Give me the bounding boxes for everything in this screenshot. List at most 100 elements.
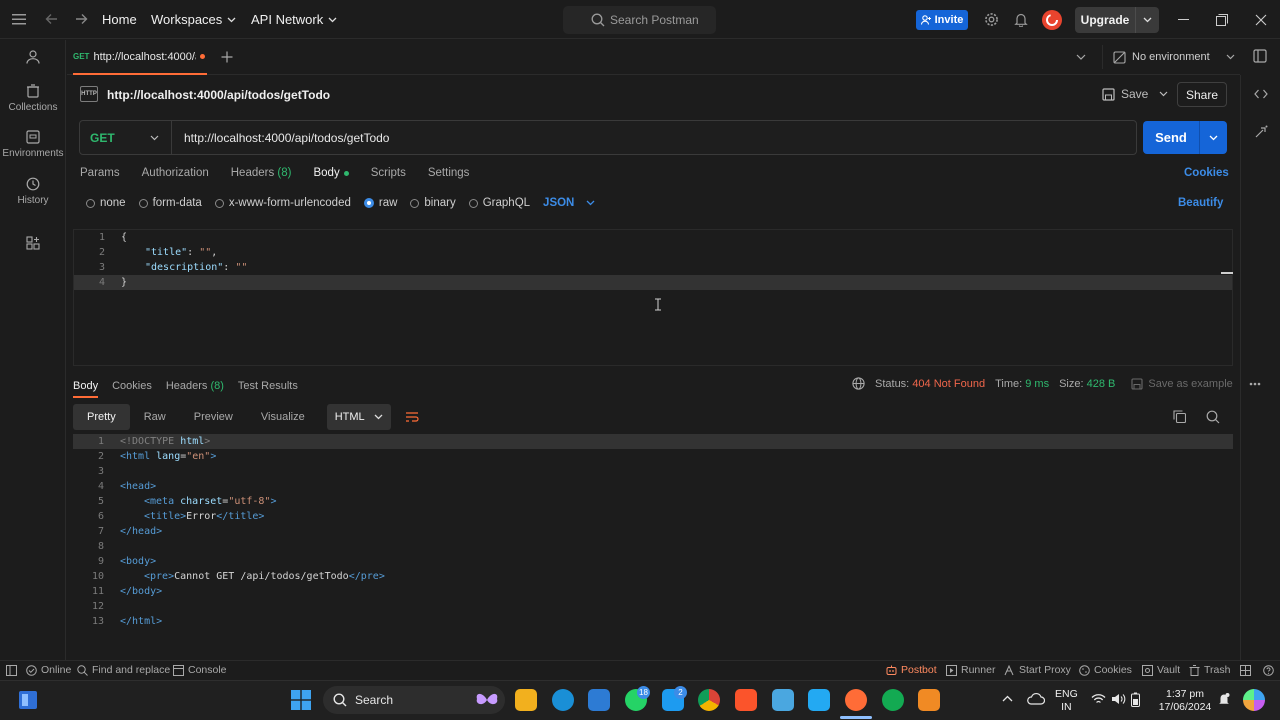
menu-icon[interactable] <box>12 13 26 25</box>
search-icon[interactable] <box>1206 410 1220 424</box>
tab-scripts[interactable]: Scripts <box>371 167 406 179</box>
copilot-icon[interactable] <box>1243 689 1265 711</box>
tab-body[interactable]: Body <box>313 167 349 179</box>
back-arrow-icon[interactable] <box>45 13 58 25</box>
clock[interactable]: 1:37 pm 17/06/2024 <box>1156 688 1214 714</box>
settings-icon[interactable] <box>984 12 999 27</box>
two-pane-view-icon[interactable] <box>1240 665 1251 676</box>
view-pretty[interactable]: Pretty <box>73 404 130 430</box>
sidebar-item-profile[interactable] <box>0 50 66 68</box>
mongodb-compass-icon[interactable] <box>882 689 904 711</box>
mysql-workbench-icon[interactable] <box>772 689 794 711</box>
radio-binary[interactable]: binary <box>410 197 456 209</box>
restore-icon[interactable] <box>1216 14 1228 26</box>
save-as-example-button[interactable]: Save as example <box>1131 378 1233 390</box>
runner-button[interactable]: Runner <box>946 664 995 676</box>
volume-icon[interactable] <box>1111 693 1126 705</box>
widgets-icon[interactable] <box>18 690 38 710</box>
api-network-menu[interactable]: API Network <box>251 12 337 27</box>
toggle-sidebar-icon[interactable] <box>6 665 17 676</box>
vscode-icon[interactable] <box>808 689 830 711</box>
sidebar-item-environments[interactable]: Environments <box>0 130 66 159</box>
more-options-icon[interactable] <box>1249 382 1261 386</box>
copy-icon[interactable] <box>1173 410 1186 423</box>
minimize-icon[interactable] <box>1178 19 1189 21</box>
code-snippet-icon[interactable] <box>1254 88 1268 100</box>
file-explorer-icon[interactable] <box>515 689 537 711</box>
sidebar-item-history[interactable]: History <box>0 177 66 206</box>
editor-scroll-marker[interactable] <box>1221 272 1233 274</box>
trash-button[interactable]: Trash <box>1189 664 1230 676</box>
send-button[interactable]: Send <box>1143 121 1227 154</box>
postbot-button[interactable]: Postbot <box>886 664 937 676</box>
online-status[interactable]: Online <box>26 664 71 676</box>
cookies-button[interactable]: Cookies <box>1079 664 1132 676</box>
console-button[interactable]: Console <box>173 664 227 676</box>
size-text[interactable]: Size: 428 B <box>1059 378 1115 390</box>
sidebar-item-configure[interactable] <box>0 236 66 254</box>
start-proxy-button[interactable]: Start Proxy <box>1004 664 1071 676</box>
language-indicator[interactable]: ENG IN <box>1055 688 1078 714</box>
notifications-bell-icon[interactable] <box>1218 692 1230 707</box>
wifi-icon[interactable] <box>1091 693 1106 705</box>
chrome-icon[interactable] <box>698 689 720 711</box>
microsoft-store-icon[interactable] <box>588 689 610 711</box>
start-menu-icon[interactable] <box>291 690 311 710</box>
beautify-link[interactable]: Beautify <box>1178 197 1223 209</box>
vault-button[interactable]: Vault <box>1142 664 1180 676</box>
response-tab-headers[interactable]: Headers (8) <box>166 380 224 392</box>
battery-icon[interactable] <box>1131 692 1140 707</box>
send-dropdown[interactable] <box>1199 121 1227 154</box>
url-input[interactable]: http://localhost:4000/api/todos/getTodo <box>172 131 389 145</box>
status-text[interactable]: Status: 404 Not Found <box>875 378 985 390</box>
workspaces-menu[interactable]: Workspaces <box>151 12 236 27</box>
radio-urlencoded[interactable]: x-www-form-urlencoded <box>214 197 351 209</box>
globe-icon[interactable] <box>852 377 865 390</box>
tab-settings[interactable]: Settings <box>428 167 470 179</box>
forward-arrow-icon[interactable] <box>75 13 88 25</box>
postman-taskbar-icon[interactable] <box>845 689 867 711</box>
request-tab[interactable]: GET http://localhost:4000/ap <box>73 40 207 75</box>
environment-quicklook-icon[interactable] <box>1253 49 1267 63</box>
tab-headers[interactable]: Headers (8) <box>231 167 292 179</box>
view-visualize[interactable]: Visualize <box>247 404 319 430</box>
onedrive-cloud-icon[interactable] <box>1027 692 1045 706</box>
sidebar-item-collections[interactable]: Collections <box>0 84 66 113</box>
save-button[interactable]: Save <box>1102 83 1170 105</box>
close-icon[interactable] <box>1255 14 1267 26</box>
radio-form-data[interactable]: form-data <box>138 197 202 209</box>
home-link[interactable]: Home <box>102 12 137 27</box>
find-replace-button[interactable]: Find and replace <box>77 664 170 676</box>
related-collections-icon[interactable] <box>1254 125 1268 139</box>
upgrade-button[interactable]: Upgrade <box>1075 7 1159 33</box>
radio-raw[interactable]: raw <box>363 197 397 209</box>
response-language-select[interactable]: HTML <box>326 404 391 430</box>
response-tab-test-results[interactable]: Test Results <box>238 380 298 392</box>
tab-params[interactable]: Params <box>80 167 120 179</box>
global-search[interactable]: Search Postman <box>563 6 716 34</box>
view-raw[interactable]: Raw <box>130 404 180 430</box>
edge-browser-icon[interactable] <box>552 689 574 711</box>
invite-button[interactable]: Invite <box>916 10 968 30</box>
radio-none[interactable]: none <box>86 197 126 209</box>
cookies-link[interactable]: Cookies <box>1184 167 1229 179</box>
response-tab-cookies[interactable]: Cookies <box>112 380 152 392</box>
tab-overflow-chevron-icon[interactable] <box>1076 54 1086 60</box>
time-text[interactable]: Time: 9 ms <box>995 378 1049 390</box>
avatar[interactable] <box>1042 10 1062 30</box>
help-icon[interactable] <box>1263 665 1274 676</box>
format-select[interactable]: JSON <box>543 197 595 209</box>
view-preview[interactable]: Preview <box>180 404 247 430</box>
taskbar-search[interactable]: Search <box>323 686 505 714</box>
request-title[interactable]: http://localhost:4000/api/todos/getTodo <box>107 88 330 102</box>
request-body-editor[interactable]: 1 { 2 "title": "", 3 "description": "" 4… <box>73 229 1233 366</box>
new-tab-icon[interactable] <box>221 51 233 63</box>
radio-graphql[interactable]: GraphQL <box>468 197 530 209</box>
share-button[interactable]: Share <box>1177 82 1227 107</box>
tab-authorization[interactable]: Authorization <box>142 167 209 179</box>
brave-browser-icon[interactable] <box>735 689 757 711</box>
response-tab-body[interactable]: Body <box>73 380 99 398</box>
bell-icon[interactable] <box>1014 12 1028 27</box>
method-select[interactable]: GET <box>80 121 172 154</box>
wrap-lines-button[interactable] <box>399 404 425 430</box>
